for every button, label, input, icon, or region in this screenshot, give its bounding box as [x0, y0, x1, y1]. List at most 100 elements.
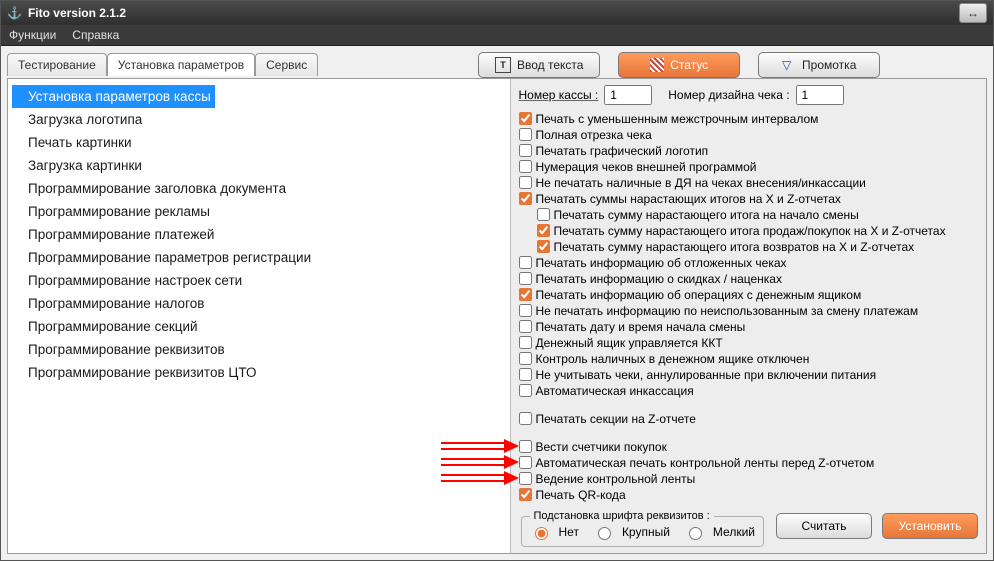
checkbox[interactable] [519, 456, 532, 469]
feed-button[interactable]: ▽ Промотка [758, 52, 880, 78]
menu-help[interactable]: Справка [72, 28, 119, 42]
checkbox-label: Автоматическая инкассация [536, 383, 694, 399]
font-group-legend: Подстановка шрифта реквизитов : [530, 510, 714, 522]
checkbox-label: Печатать суммы нарастающих итогов на X и… [536, 191, 841, 207]
checkbox-row[interactable]: Ведение контрольной ленты [519, 471, 979, 487]
checkbox[interactable] [519, 192, 532, 205]
checkbox[interactable] [519, 256, 532, 269]
text-input-button[interactable]: T Ввод текста [478, 52, 600, 78]
checkbox-row[interactable]: Печать QR-кода [519, 487, 979, 503]
checkbox-row[interactable]: Печатать суммы нарастающих итогов на X и… [519, 191, 979, 207]
tree-item[interactable]: Программирование заголовка документа [12, 177, 506, 200]
checkbox[interactable] [519, 472, 532, 485]
tree-item[interactable]: Загрузка картинки [12, 154, 506, 177]
tree-item[interactable]: Программирование рекламы [12, 200, 506, 223]
tree-item[interactable]: Программирование настроек сети [12, 269, 506, 292]
checkbox[interactable] [519, 352, 532, 365]
feed-icon: ▽ [782, 58, 796, 72]
font-large-option[interactable]: Крупный [593, 524, 670, 540]
checkbox-row[interactable]: Печатать сумму нарастающего итога на нач… [537, 207, 979, 223]
checkbox[interactable] [519, 336, 532, 349]
app-icon: ⚓ [7, 6, 22, 20]
tree-item[interactable]: Установка параметров кассы [12, 85, 215, 108]
tree-item[interactable]: Программирование секций [12, 315, 506, 338]
checkbox-row[interactable]: Автоматическая печать контрольной ленты … [519, 455, 979, 471]
checkbox-label: Печатать дату и время начала смены [536, 319, 746, 335]
checkbox[interactable] [519, 288, 532, 301]
app-title: Fito version 2.1.2 [28, 6, 126, 20]
tab-testing[interactable]: Тестирование [7, 53, 107, 76]
checkbox-row[interactable]: Печатать графический логотип [519, 143, 979, 159]
checkbox-label: Нумерация чеков внешней программой [536, 159, 757, 175]
action-buttons: Считать Установить [776, 513, 978, 539]
tree-item[interactable]: Программирование платежей [12, 223, 506, 246]
text-input-label: Ввод текста [517, 58, 583, 72]
set-button[interactable]: Установить [882, 513, 978, 539]
tab-params[interactable]: Установка параметров [107, 53, 255, 76]
checkbox-row[interactable]: Печатать информацию о скидках / наценках [519, 271, 979, 287]
checkbox-label: Печатать информацию о скидках / наценках [536, 271, 782, 287]
checkbox[interactable] [519, 304, 532, 317]
checkbox-row[interactable]: Денежный ящик управляется ККТ [519, 335, 979, 351]
checkbox-row[interactable]: Вести счетчики покупок [519, 439, 979, 455]
register-number-input[interactable] [604, 85, 652, 105]
tree-item[interactable]: Программирование параметров регистрации [12, 246, 506, 269]
checkbox-label: Печатать графический логотип [536, 143, 709, 159]
checkbox[interactable] [519, 488, 532, 501]
checkbox-row[interactable]: Не печатать информацию по неиспользованн… [519, 303, 979, 319]
checkbox-row[interactable]: Печатать сумму нарастающего итога продаж… [537, 223, 979, 239]
checkbox[interactable] [519, 144, 532, 157]
checkbox-row[interactable]: Печатать информацию об операциях с денеж… [519, 287, 979, 303]
checkbox-row[interactable]: Печатать секции на Z-отчете [519, 411, 979, 427]
checkbox-label: Печать QR-кода [536, 487, 626, 503]
checkbox[interactable] [537, 240, 550, 253]
titlebar: ⚓ Fito version 2.1.2 ↔ [1, 1, 993, 25]
checkbox-row[interactable]: Полная отрезка чека [519, 127, 979, 143]
checkbox[interactable] [537, 224, 550, 237]
checkbox-row[interactable]: Контроль наличных в денежном ящике отклю… [519, 351, 979, 367]
checkbox[interactable] [519, 160, 532, 173]
menu-functions[interactable]: Функции [9, 28, 56, 42]
window-restore-button[interactable]: ↔ [959, 3, 987, 23]
font-small-option[interactable]: Мелкий [684, 524, 755, 540]
checkbox[interactable] [519, 176, 532, 189]
checkbox-row[interactable]: Не учитывать чеки, аннулированные при вк… [519, 367, 979, 383]
status-icon [650, 58, 664, 72]
checkbox-label: Полная отрезка чека [536, 127, 652, 143]
design-number-input[interactable] [796, 85, 844, 105]
checkbox-row[interactable]: Печатать информацию об отложенных чеках [519, 255, 979, 271]
checkbox-row[interactable]: Печатать сумму нарастающего итога возвра… [537, 239, 979, 255]
tree-item[interactable]: Программирование реквизитов [12, 338, 506, 361]
checkbox[interactable] [519, 112, 532, 125]
checkbox[interactable] [519, 384, 532, 397]
tree-item[interactable]: Программирование реквизитов ЦТО [12, 361, 506, 384]
register-number-label: Номер кассы : [519, 88, 599, 102]
status-button[interactable]: Статус [618, 52, 740, 78]
checkbox-row[interactable]: Не печатать наличные в ДЯ на чеках внесе… [519, 175, 979, 191]
checkbox-row[interactable]: Печатать дату и время начала смены [519, 319, 979, 335]
tab-service[interactable]: Сервис [255, 53, 318, 76]
checkbox[interactable] [519, 412, 532, 425]
checkbox-row[interactable]: Нумерация чеков внешней программой [519, 159, 979, 175]
bottom-row: Подстановка шрифта реквизитов : Нет Круп… [519, 504, 979, 547]
checkbox-row[interactable]: Автоматическая инкассация [519, 383, 979, 399]
tree-item[interactable]: Программирование налогов [12, 292, 506, 315]
checkbox-label: Печатать секции на Z-отчете [536, 411, 696, 427]
tree-item[interactable]: Печать картинки [12, 131, 506, 154]
checkbox[interactable] [519, 368, 532, 381]
read-button[interactable]: Считать [776, 513, 872, 539]
tree-item[interactable]: Загрузка логотипа [12, 108, 506, 131]
checkbox-label: Контроль наличных в денежном ящике отклю… [536, 351, 810, 367]
toolbar-buttons: T Ввод текста Статус ▽ Промотка [478, 52, 880, 78]
checkbox[interactable] [537, 208, 550, 221]
checkbox-label: Печать с уменьшенным межстрочным интерва… [536, 111, 819, 127]
checkbox-label: Не печатать наличные в ДЯ на чеках внесе… [536, 175, 866, 191]
checkbox[interactable] [519, 320, 532, 333]
checkbox[interactable] [519, 128, 532, 141]
checkbox[interactable] [519, 440, 532, 453]
checkbox-row[interactable]: Печать с уменьшенным межстрочным интерва… [519, 111, 979, 127]
font-none-option[interactable]: Нет [530, 524, 579, 540]
text-icon: T [495, 57, 511, 73]
checkbox[interactable] [519, 272, 532, 285]
checkbox-label: Вести счетчики покупок [536, 439, 667, 455]
